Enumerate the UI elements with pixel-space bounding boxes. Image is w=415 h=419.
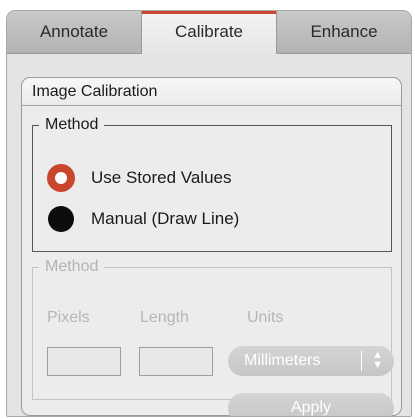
radio-label-manual-draw-line: Manual (Draw Line) <box>91 209 240 228</box>
manual-method-group: Method Pixels Length Units Millimeters ▲… <box>32 258 394 416</box>
method-legend: Method <box>45 116 99 133</box>
image-calibration-panel: Image Calibration Method Use Stored Valu… <box>21 77 402 416</box>
pixels-label: Pixels <box>47 309 90 326</box>
tab-bar: Annotate Calibrate Enhance <box>7 11 411 54</box>
method-group: Method Use Stored Values Manual (Draw Li… <box>32 116 392 252</box>
apply-button[interactable]: Apply <box>228 393 394 416</box>
updown-arrows-icon: ▲ ▼ <box>372 349 383 371</box>
pixels-input[interactable] <box>47 347 121 376</box>
select-divider <box>361 351 362 371</box>
calibration-window: Annotate Calibrate Enhance Image Calibra… <box>6 10 412 417</box>
units-selected-value: Millimeters <box>244 352 321 369</box>
radio-unselected-icon[interactable] <box>48 206 74 232</box>
tab-calibrate[interactable]: Calibrate <box>142 11 277 54</box>
radio-use-stored-values[interactable]: Use Stored Values <box>47 164 231 192</box>
length-label: Length <box>140 309 189 326</box>
radio-manual-draw-line[interactable]: Manual (Draw Line) <box>47 206 239 232</box>
tab-annotate[interactable]: Annotate <box>7 11 142 53</box>
tab-enhance[interactable]: Enhance <box>277 11 411 53</box>
units-select[interactable]: Millimeters ▲ ▼ <box>228 346 394 376</box>
length-input[interactable] <box>139 347 213 376</box>
manual-method-legend: Method <box>45 258 99 275</box>
panel-title: Image Calibration <box>22 78 401 106</box>
radio-selected-icon[interactable] <box>47 164 75 192</box>
units-label: Units <box>247 309 284 326</box>
radio-label-use-stored-values: Use Stored Values <box>91 168 232 187</box>
